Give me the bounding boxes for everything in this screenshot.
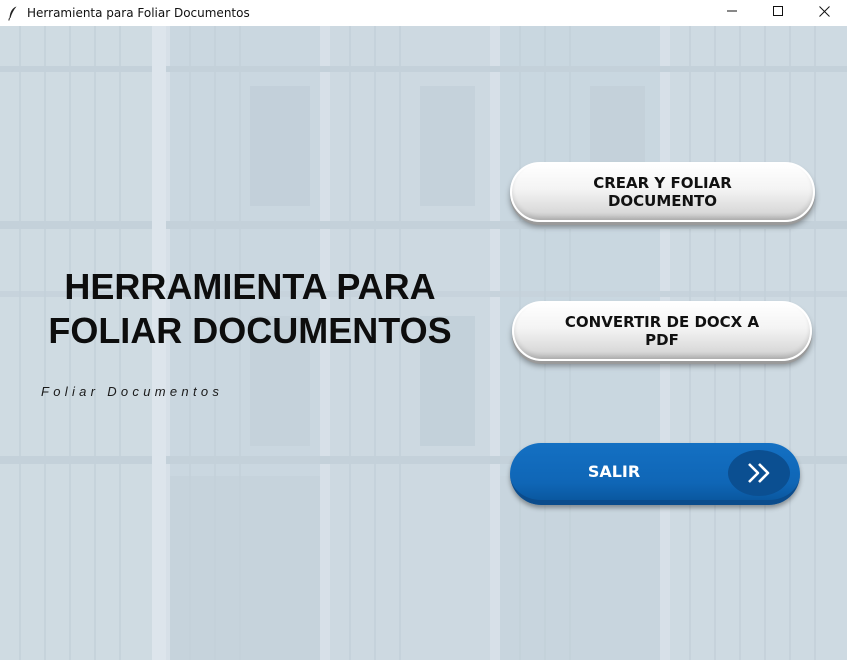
page-title: HERRAMIENTA PARA FOLIAR DOCUMENTOS bbox=[48, 266, 452, 351]
exit-icon-circle bbox=[728, 450, 790, 496]
close-icon bbox=[818, 5, 830, 17]
maximize-button[interactable] bbox=[755, 0, 801, 22]
exit-button[interactable]: SALIR bbox=[510, 443, 800, 505]
window-controls bbox=[709, 0, 847, 22]
convert-docx-to-pdf-button[interactable]: CONVERTIR DE DOCX A PDF bbox=[512, 301, 812, 361]
maximize-icon bbox=[773, 6, 783, 16]
app-window: Herramienta para Foliar Documentos HERRA… bbox=[0, 0, 847, 660]
window-title: Herramienta para Foliar Documentos bbox=[27, 6, 250, 20]
feather-icon bbox=[7, 5, 19, 21]
create-and-foliate-button[interactable]: CREAR Y FOLIAR DOCUMENTO bbox=[510, 162, 815, 222]
minimize-button[interactable] bbox=[709, 0, 755, 22]
convert-button-label: CONVERTIR DE DOCX A PDF bbox=[564, 313, 760, 349]
create-button-label: CREAR Y FOLIAR DOCUMENTO bbox=[593, 174, 732, 210]
exit-button-label: SALIR bbox=[587, 462, 641, 481]
page-subtitle: Foliar Documentos bbox=[41, 384, 224, 399]
title-bar[interactable]: Herramienta para Foliar Documentos bbox=[0, 0, 847, 26]
minimize-icon bbox=[727, 10, 737, 12]
close-button[interactable] bbox=[801, 0, 847, 22]
double-chevron-right-icon bbox=[748, 463, 770, 483]
